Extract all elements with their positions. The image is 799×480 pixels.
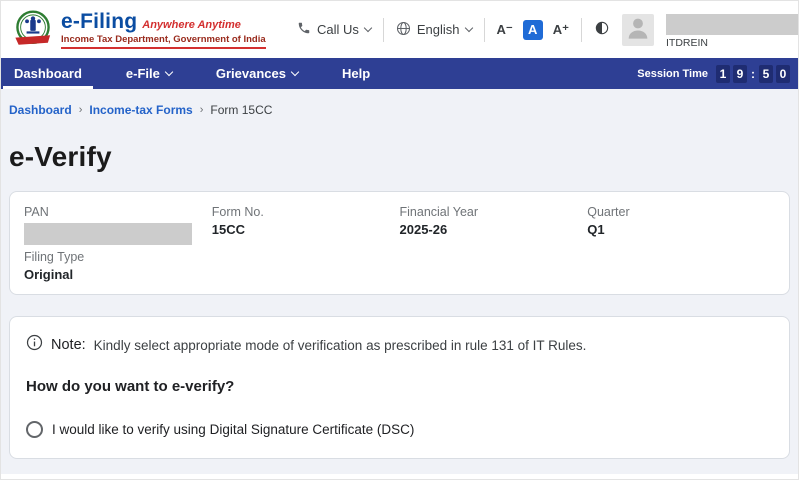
page-content: Dashboard › Income-tax Forms › Form 15CC…	[1, 89, 798, 476]
pan-value-redacted	[24, 223, 192, 245]
breadcrumb-separator: ›	[79, 104, 83, 116]
user-avatar[interactable]	[622, 14, 654, 46]
globe-icon	[396, 21, 411, 39]
person-icon	[624, 14, 652, 46]
income-tax-emblem-icon	[11, 8, 55, 52]
breadcrumb-current: Form 15CC	[210, 103, 272, 117]
session-digit: 9	[733, 65, 747, 83]
form-summary-card: PAN Filing Type Original Form No. 15CC F…	[9, 191, 790, 295]
brand-logo: e-Filing Anywhere Anytime Income Tax Dep…	[11, 8, 266, 52]
dsc-option-row[interactable]: I would like to verify using Digital Sig…	[26, 421, 773, 438]
quarter-label: Quarter	[587, 205, 775, 219]
font-increase-button[interactable]: A⁺	[553, 22, 569, 38]
user-name-redacted	[666, 14, 798, 35]
breadcrumb: Dashboard › Income-tax Forms › Form 15CC	[9, 103, 790, 117]
breadcrumb-dashboard[interactable]: Dashboard	[9, 103, 72, 117]
form-no-value: 15CC	[212, 222, 400, 237]
font-decrease-button[interactable]: A⁻	[497, 22, 513, 38]
financial-year-label: Financial Year	[400, 205, 588, 219]
top-header: e-Filing Anywhere Anytime Income Tax Dep…	[1, 1, 798, 58]
phone-icon	[297, 21, 311, 38]
divider	[383, 18, 384, 42]
session-digit: 5	[759, 65, 773, 83]
pan-label: PAN	[24, 205, 212, 219]
dsc-option-label: I would like to verify using Digital Sig…	[52, 422, 414, 437]
form-no-field: Form No. 15CC	[212, 205, 400, 282]
main-navbar: Dashboard e-File Grievances Help Session…	[1, 58, 798, 89]
brand-tagline: Anywhere Anytime	[142, 19, 241, 31]
user-id: ITDREIN	[666, 37, 798, 49]
quarter-field: Quarter Q1	[587, 205, 775, 282]
font-normal-button[interactable]: A	[523, 20, 543, 40]
session-label: Session Time	[637, 68, 708, 80]
page-title: e-Verify	[9, 141, 790, 173]
info-icon	[26, 334, 43, 356]
font-size-controls: A⁻ A A⁺	[497, 20, 570, 40]
user-info[interactable]: ITDREIN	[666, 10, 798, 49]
everify-question: How do you want to e-verify?	[26, 378, 773, 395]
form-no-label: Form No.	[212, 205, 400, 219]
chevron-down-icon	[165, 67, 173, 75]
verification-card: Note: Kindly select appropriate mode of …	[9, 316, 790, 459]
note-label: Note:	[51, 337, 86, 353]
nav-item-help[interactable]: Help	[331, 58, 381, 89]
language-label: English	[417, 22, 460, 37]
brand-subtitle: Income Tax Department, Government of Ind…	[61, 34, 266, 49]
chevron-down-icon	[464, 23, 472, 31]
call-us-label: Call Us	[317, 22, 359, 37]
breadcrumb-income-tax-forms[interactable]: Income-tax Forms	[89, 103, 192, 117]
pan-filing-column: PAN Filing Type Original	[24, 205, 212, 282]
session-digit: 0	[776, 65, 790, 83]
contrast-toggle[interactable]	[594, 20, 610, 39]
bottom-strip	[1, 474, 798, 479]
nav-label: e-File	[126, 66, 160, 81]
chevron-down-icon	[364, 23, 372, 31]
note-text: Kindly select appropriate mode of verifi…	[94, 338, 587, 353]
quarter-value: Q1	[587, 222, 775, 237]
brand-title: e-Filing	[61, 10, 137, 34]
filing-type-label: Filing Type	[24, 250, 212, 264]
session-timer: Session Time 1 9 : 5 0	[637, 58, 790, 89]
divider	[581, 18, 582, 42]
efiling-portal: e-Filing Anywhere Anytime Income Tax Dep…	[0, 0, 799, 480]
divider	[484, 18, 485, 42]
header-actions: Call Us English A⁻ A A⁺	[297, 1, 798, 58]
note-row: Note: Kindly select appropriate mode of …	[26, 334, 773, 356]
breadcrumb-separator: ›	[200, 104, 204, 116]
dsc-radio[interactable]	[26, 421, 43, 438]
call-us-menu[interactable]: Call Us	[297, 21, 371, 38]
filing-type-value: Original	[24, 267, 212, 282]
financial-year-value: 2025-26	[400, 222, 588, 237]
session-digit: 1	[716, 65, 730, 83]
contrast-icon	[594, 20, 610, 39]
nav-label: Help	[342, 66, 370, 81]
session-colon: :	[750, 65, 756, 83]
nav-item-dashboard[interactable]: Dashboard	[3, 58, 93, 89]
nav-label: Dashboard	[14, 66, 82, 81]
chevron-down-icon	[291, 67, 299, 75]
language-menu[interactable]: English	[396, 21, 472, 39]
financial-year-field: Financial Year 2025-26	[400, 205, 588, 282]
nav-item-grievances[interactable]: Grievances	[205, 58, 309, 89]
brand-text: e-Filing Anywhere Anytime Income Tax Dep…	[61, 10, 266, 49]
nav-item-efile[interactable]: e-File	[115, 58, 183, 89]
nav-label: Grievances	[216, 66, 286, 81]
